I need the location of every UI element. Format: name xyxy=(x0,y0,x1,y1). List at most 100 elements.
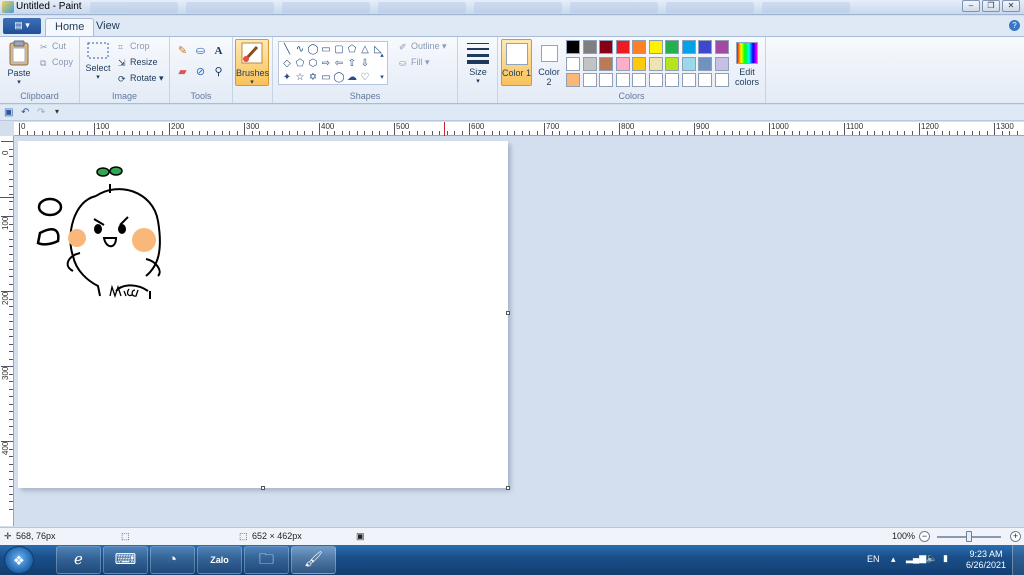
palette-swatch[interactable] xyxy=(582,73,597,87)
minimize-button[interactable]: – xyxy=(962,0,980,12)
rounded-callout-shape-icon[interactable]: ▭ xyxy=(320,72,332,83)
palette-swatch[interactable] xyxy=(714,73,729,87)
size-button[interactable]: Size ▾ xyxy=(463,41,493,85)
palette-swatch[interactable] xyxy=(582,40,597,54)
zalo-app-icon[interactable]: Zalo xyxy=(197,546,242,574)
zoom-slider-thumb[interactable] xyxy=(966,531,972,542)
palette-swatch[interactable] xyxy=(566,40,580,54)
palette-swatch[interactable] xyxy=(615,56,630,71)
palette-swatch[interactable] xyxy=(632,40,646,54)
palette-swatch[interactable] xyxy=(599,40,613,54)
hexagon-shape-icon[interactable]: ⬡ xyxy=(307,58,319,69)
volume-icon[interactable]: 🔈 xyxy=(926,553,937,564)
right-arrow-shape-icon[interactable]: ⇨ xyxy=(320,58,332,69)
oval-shape-icon[interactable]: ◯ xyxy=(307,44,319,55)
coccoc-browser-icon[interactable]: ◔ xyxy=(150,546,195,574)
rotate-button[interactable]: ⟳ Rotate ▾ xyxy=(118,73,164,84)
line-shape-icon[interactable]: ╲ xyxy=(281,44,293,55)
close-button[interactable]: ✕ xyxy=(1002,0,1020,12)
shapes-expand-icon[interactable]: ▾ xyxy=(376,72,388,83)
palette-swatch[interactable] xyxy=(698,73,712,87)
cloud-callout-shape-icon[interactable]: ☁ xyxy=(346,72,358,83)
up-arrow-shape-icon[interactable]: ⇧ xyxy=(346,58,358,69)
magnifier-icon[interactable]: ⚲ xyxy=(211,65,226,80)
down-arrow-shape-icon[interactable]: ⇩ xyxy=(359,58,371,69)
rectangle-shape-icon[interactable]: ▭ xyxy=(320,44,332,55)
outline-button[interactable]: ✐ Outline ▾ xyxy=(399,41,447,52)
palette-swatch[interactable] xyxy=(665,73,679,87)
file-explorer-icon[interactable]: 🗀 xyxy=(244,546,289,574)
palette-swatch[interactable] xyxy=(582,56,597,71)
resize-button[interactable]: ⇲ Resize xyxy=(118,57,158,68)
select-button[interactable]: Select ▾ xyxy=(84,41,112,81)
paint-taskbar-icon[interactable]: 🖌 xyxy=(291,546,336,574)
palette-swatch[interactable] xyxy=(566,73,580,87)
palette-swatch[interactable] xyxy=(665,56,679,71)
palette-swatch[interactable] xyxy=(665,40,679,54)
shapes-scroll-icon[interactable]: ▴ xyxy=(376,50,388,61)
maximize-button[interactable]: ❐ xyxy=(982,0,1000,12)
keyboard-app-icon[interactable]: ⌨ xyxy=(103,546,148,574)
start-button[interactable]: ❖ xyxy=(4,546,34,574)
brushes-button[interactable]: Brushes ▾ xyxy=(235,39,269,86)
palette-swatch[interactable] xyxy=(648,56,663,71)
tray-expand-icon[interactable]: ▴ xyxy=(891,554,896,565)
polygon-shape-icon[interactable]: ⬠ xyxy=(346,44,358,55)
cut-button[interactable]: ✂ Cut xyxy=(40,41,66,52)
diamond-shape-icon[interactable]: ◇ xyxy=(281,58,293,69)
palette-swatch[interactable] xyxy=(681,73,696,87)
crop-button[interactable]: ⌗ Crop xyxy=(118,41,150,52)
palette-swatch[interactable] xyxy=(615,40,630,54)
copy-button[interactable]: ⧉ Copy xyxy=(40,57,73,68)
drawing-canvas[interactable] xyxy=(18,141,510,490)
palette-swatch[interactable] xyxy=(698,40,712,54)
palette-swatch[interactable] xyxy=(599,56,613,71)
customize-qat-icon[interactable]: ▾ xyxy=(55,107,59,116)
palette-swatch[interactable] xyxy=(681,40,696,54)
network-signal-icon[interactable]: ▂▄▆ xyxy=(906,553,926,564)
five-point-star-shape-icon[interactable]: ☆ xyxy=(294,72,306,83)
palette-swatch[interactable] xyxy=(714,56,729,71)
palette-swatch[interactable] xyxy=(648,73,663,87)
left-arrow-shape-icon[interactable]: ⇦ xyxy=(333,58,345,69)
zoom-out-button[interactable]: − xyxy=(919,531,930,542)
paste-button[interactable]: Paste ▾ xyxy=(4,40,34,86)
palette-swatch[interactable] xyxy=(714,40,729,54)
system-clock[interactable]: 9:23 AM 6/26/2021 xyxy=(966,549,1006,571)
edit-colors-button[interactable]: Edit colors xyxy=(730,39,764,87)
curve-shape-icon[interactable]: ∿ xyxy=(294,44,306,55)
paint-menu-button[interactable]: ▤ ▾ xyxy=(3,18,41,34)
heart-shape-icon[interactable]: ♡ xyxy=(359,72,371,83)
undo-icon[interactable]: ↶ xyxy=(21,107,29,118)
save-icon[interactable]: ▣ xyxy=(4,107,13,118)
palette-swatch[interactable] xyxy=(566,56,580,71)
fill-bucket-icon[interactable]: ⛀ xyxy=(193,44,208,59)
palette-swatch[interactable] xyxy=(632,73,646,87)
four-point-star-shape-icon[interactable]: ✦ xyxy=(281,72,293,83)
pencil-icon[interactable]: ✎ xyxy=(175,44,190,59)
palette-swatch[interactable] xyxy=(615,73,630,87)
resize-handle-corner[interactable] xyxy=(506,486,510,490)
color2-button[interactable]: Color 2 xyxy=(535,39,563,87)
eraser-icon[interactable]: ▰ xyxy=(175,65,190,80)
palette-swatch[interactable] xyxy=(599,73,613,87)
color1-button[interactable]: Color 1 xyxy=(501,39,532,86)
color-picker-icon[interactable]: ⊘ xyxy=(193,65,208,80)
palette-swatch[interactable] xyxy=(648,40,663,54)
fill-button[interactable]: ⛀ Fill ▾ xyxy=(399,57,430,68)
redo-icon[interactable]: ↷ xyxy=(37,107,45,118)
paint-app-icon[interactable] xyxy=(2,1,14,13)
triangle-shape-icon[interactable]: △ xyxy=(359,44,371,55)
resize-handle-right[interactable] xyxy=(506,311,510,315)
oval-callout-shape-icon[interactable]: ◯ xyxy=(333,72,345,83)
palette-swatch[interactable] xyxy=(681,56,696,71)
palette-swatch[interactable] xyxy=(632,56,646,71)
rounded-rect-shape-icon[interactable]: ▢ xyxy=(333,44,345,55)
help-icon[interactable]: ? xyxy=(1009,20,1020,31)
battery-icon[interactable]: ▮ xyxy=(943,553,948,564)
zoom-in-button[interactable]: + xyxy=(1010,531,1021,542)
show-desktop-button[interactable] xyxy=(1012,545,1024,575)
tab-view[interactable]: View xyxy=(87,18,129,36)
palette-swatch[interactable] xyxy=(698,56,712,71)
six-point-star-shape-icon[interactable]: ✡ xyxy=(307,72,319,83)
